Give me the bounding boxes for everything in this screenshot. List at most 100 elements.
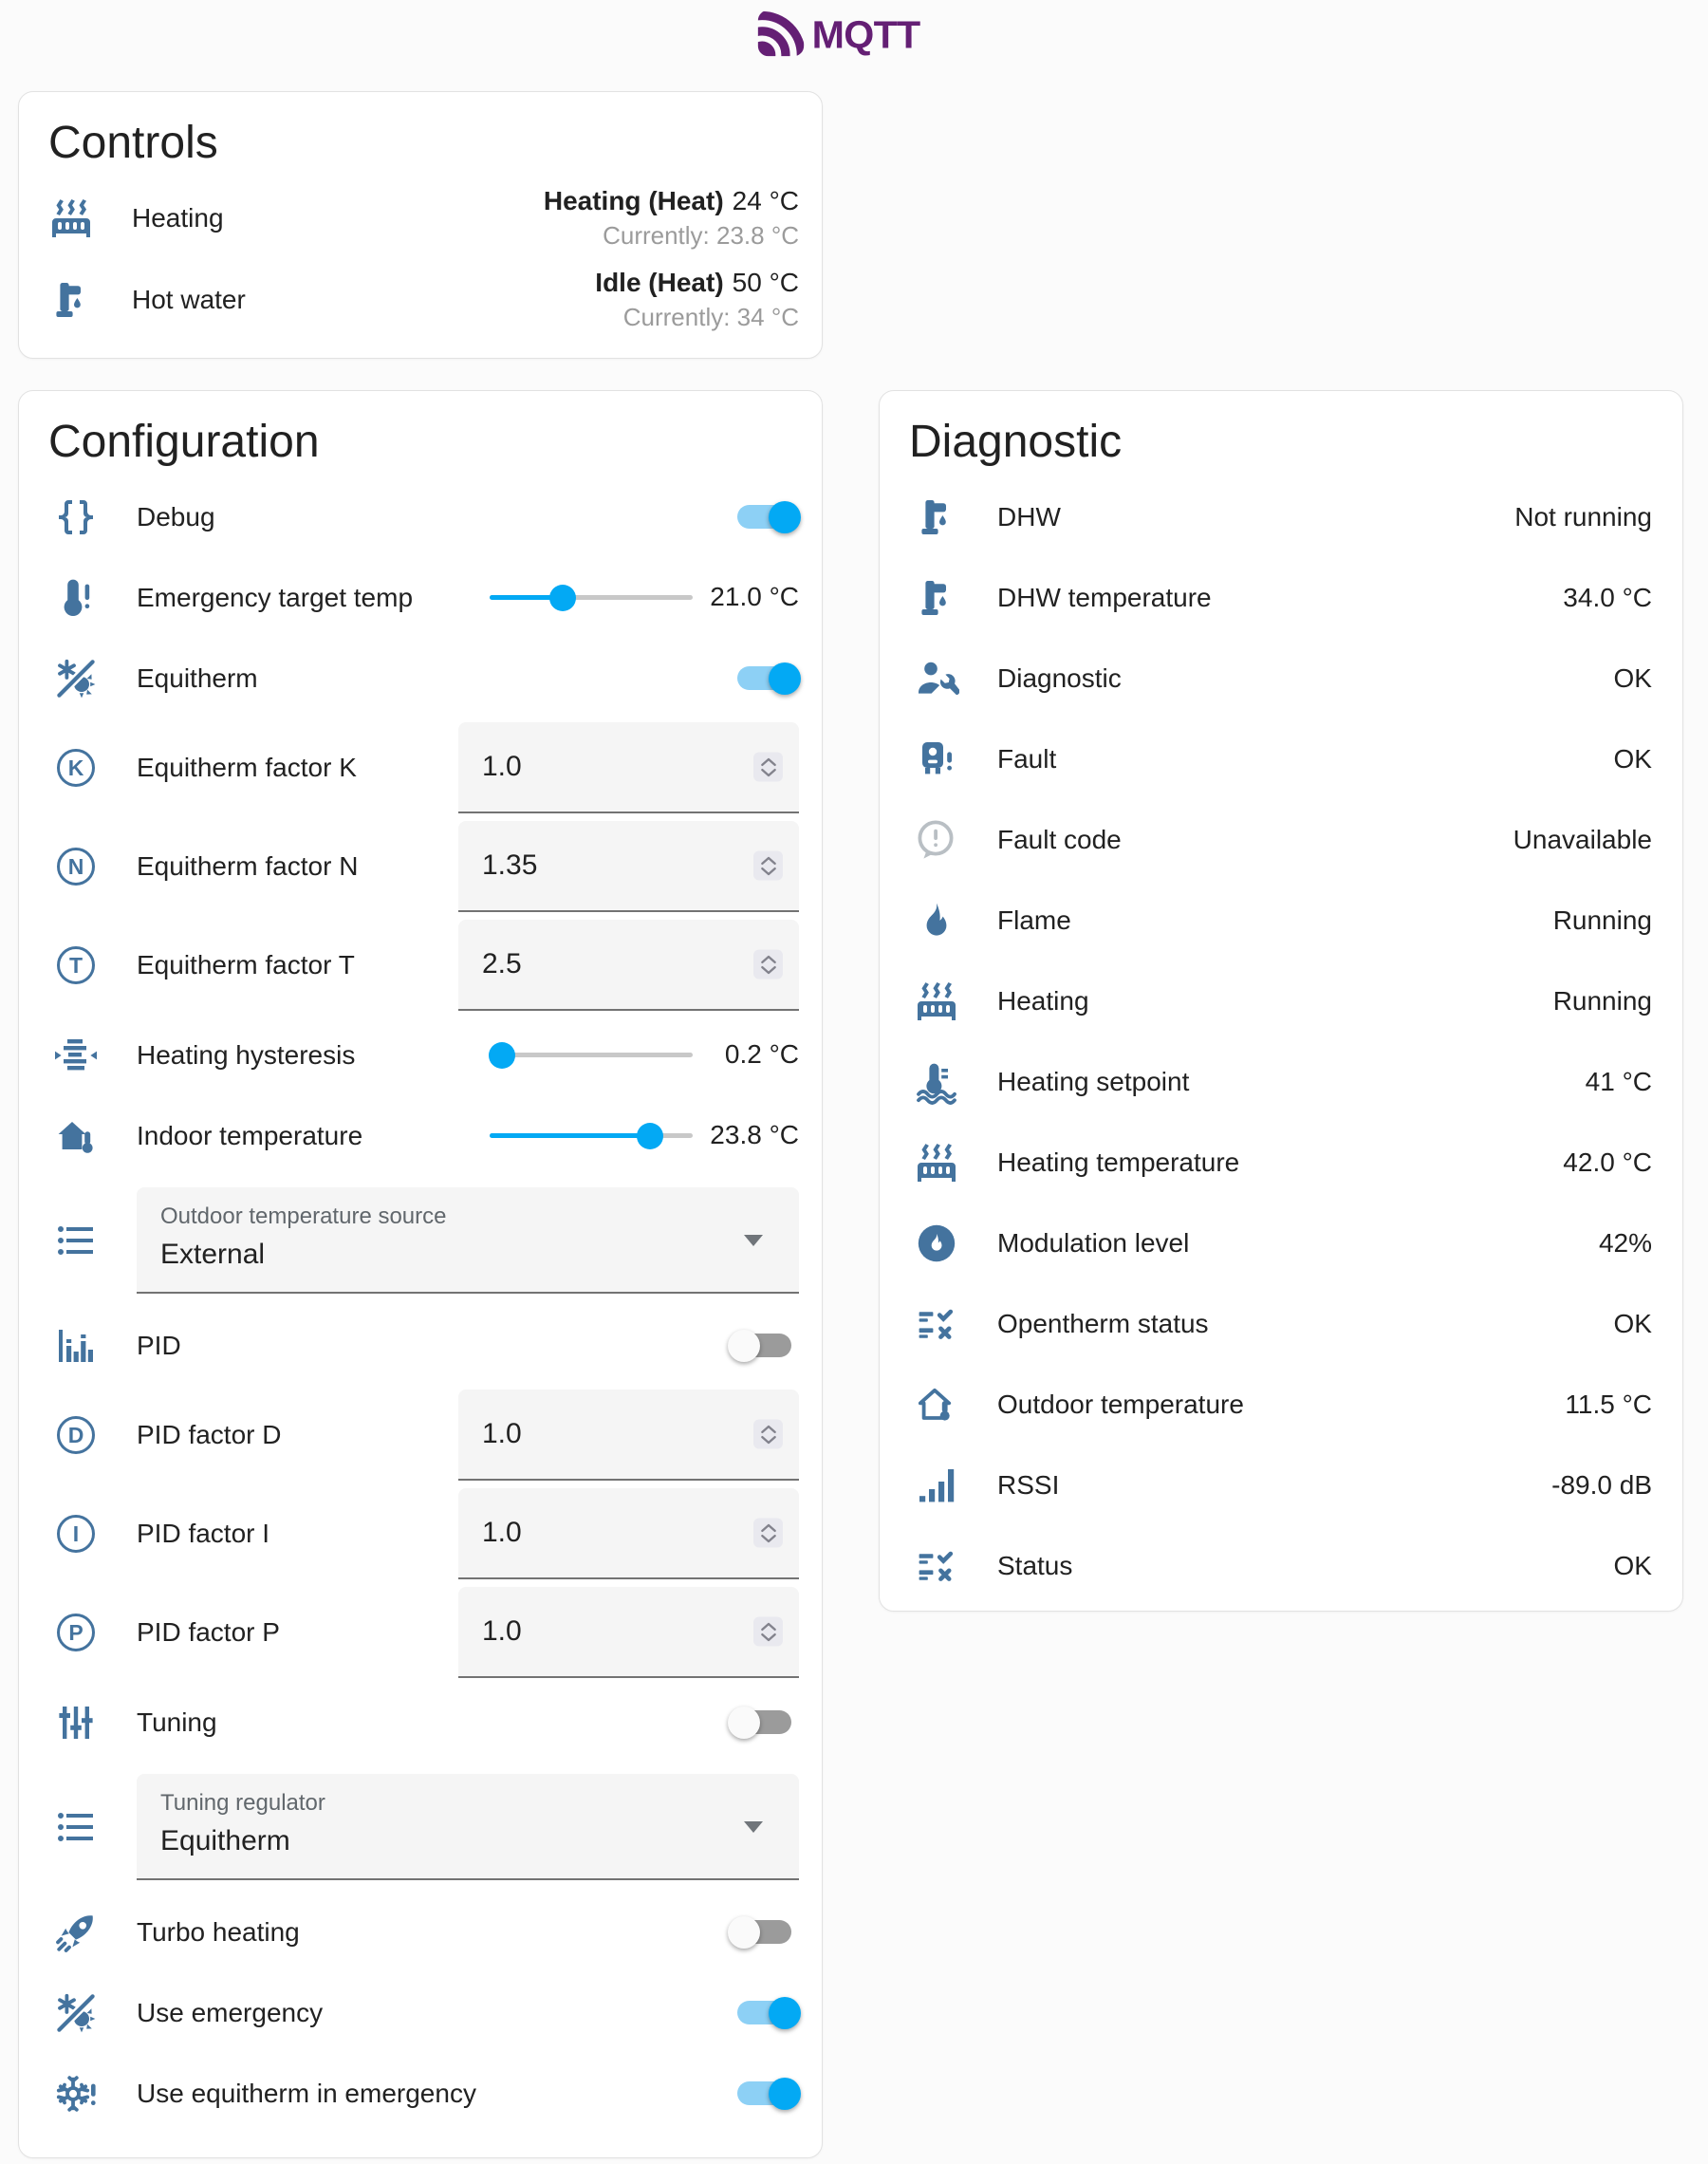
step-up-icon[interactable] bbox=[759, 854, 778, 866]
slider-knob[interactable] bbox=[489, 1042, 515, 1069]
row-label: Heating bbox=[997, 986, 1089, 1017]
alpha-t-circle-icon: T bbox=[53, 942, 99, 988]
diagnostic-card: Diagnostic DHWNot runningDHW temperature… bbox=[879, 390, 1683, 1612]
diagnostic-value: Not running bbox=[1514, 502, 1652, 532]
number-value: 1.0 bbox=[458, 1615, 522, 1648]
toggle-turbo-heating[interactable] bbox=[737, 1920, 791, 1944]
stepper-pid-factor-d[interactable] bbox=[753, 1420, 783, 1449]
stepper-pid-factor-p[interactable] bbox=[753, 1617, 783, 1647]
step-up-icon[interactable] bbox=[759, 1423, 778, 1434]
number-input-equitherm-factor-n[interactable]: 1.35 bbox=[458, 821, 799, 912]
step-down-icon[interactable] bbox=[759, 1533, 778, 1544]
climate-state-heating[interactable]: Heating (Heat)24 °CCurrently: 23.8 °C bbox=[544, 186, 799, 251]
step-down-icon[interactable] bbox=[759, 1434, 778, 1446]
number-input-pid-factor-i[interactable]: 1.0 bbox=[458, 1488, 799, 1579]
number-input-pid-factor-d[interactable]: 1.0 bbox=[458, 1390, 799, 1481]
alpha-d-circle-icon: D bbox=[53, 1412, 99, 1458]
number-input-pid-factor-p[interactable]: 1.0 bbox=[458, 1587, 799, 1678]
step-down-icon[interactable] bbox=[759, 1632, 778, 1643]
toggle-thumb[interactable] bbox=[728, 1330, 760, 1362]
config-row-pid-factor-d: DPID factor D1.0 bbox=[19, 1386, 822, 1484]
toggle-thumb[interactable] bbox=[728, 1916, 760, 1949]
toggle-thumb[interactable] bbox=[769, 1997, 801, 2029]
step-down-icon[interactable] bbox=[759, 964, 778, 976]
row-label: Status bbox=[997, 1551, 1072, 1581]
slider-emergency-target-temp[interactable] bbox=[490, 585, 693, 611]
toggle-equitherm[interactable] bbox=[737, 666, 791, 690]
slider-value: 21.0 °C bbox=[706, 580, 799, 614]
dropdown-arrow-icon bbox=[744, 1235, 763, 1246]
row-label: Fault bbox=[997, 744, 1056, 774]
toggle-thumb[interactable] bbox=[769, 662, 801, 695]
config-row-pid-factor-i: IPID factor I1.0 bbox=[19, 1484, 822, 1583]
list-status-icon bbox=[914, 1301, 959, 1347]
diagnostic-row-fault-code: Fault codeUnavailable bbox=[880, 799, 1682, 880]
stepper-equitherm-factor-t[interactable] bbox=[753, 950, 783, 979]
slider-knob[interactable] bbox=[549, 585, 576, 611]
config-row-turbo-heating: Turbo heating bbox=[19, 1892, 822, 1972]
water-pump-icon bbox=[48, 277, 94, 323]
row-label: DHW temperature bbox=[997, 583, 1212, 613]
slider-track[interactable] bbox=[490, 1053, 693, 1057]
row-label: Fault code bbox=[997, 825, 1122, 855]
diagnostic-value: 41 °C bbox=[1586, 1067, 1652, 1097]
stepper-pid-factor-i[interactable] bbox=[753, 1519, 783, 1548]
account-wrench-icon bbox=[914, 656, 959, 701]
diagnostic-row-dhw-temperature: DHW temperature34.0 °C bbox=[880, 557, 1682, 638]
stepper-equitherm-factor-k[interactable] bbox=[753, 753, 783, 782]
row-label: Opentherm status bbox=[997, 1309, 1209, 1339]
slider-indoor-temperature[interactable] bbox=[490, 1123, 693, 1149]
toggle-use-emergency[interactable] bbox=[737, 2001, 791, 2024]
row-label: Equitherm factor T bbox=[137, 950, 355, 980]
number-input-equitherm-factor-k[interactable]: 1.0 bbox=[458, 722, 799, 813]
row-label: Indoor temperature bbox=[137, 1121, 362, 1151]
config-row-equitherm-factor-k: KEquitherm factor K1.0 bbox=[19, 718, 822, 817]
mqtt-logo: MQTT bbox=[755, 8, 952, 59]
row-label: DHW bbox=[997, 502, 1061, 532]
alpha-i-circle-icon: I bbox=[53, 1511, 99, 1557]
config-row-use-emergency: Use emergency bbox=[19, 1972, 822, 2053]
step-up-icon[interactable] bbox=[759, 756, 778, 767]
fire-circle-icon bbox=[914, 1221, 959, 1266]
alpha-p-circle-icon: P bbox=[53, 1610, 99, 1655]
home-thermometer-outline-icon bbox=[914, 1382, 959, 1427]
step-up-icon[interactable] bbox=[759, 1521, 778, 1533]
control-row-heating: HeatingHeating (Heat)24 °CCurrently: 23.… bbox=[19, 177, 822, 259]
radiator-icon bbox=[48, 196, 94, 241]
toggle-thumb[interactable] bbox=[769, 2078, 801, 2110]
config-row-tuning-regulator: Tuning regulatorEquitherm bbox=[19, 1763, 822, 1892]
diagnostic-value: OK bbox=[1614, 663, 1652, 694]
toggle-tuning[interactable] bbox=[737, 1710, 791, 1734]
diagnostic-row-heating-temperature: Heating temperature42.0 °C bbox=[880, 1122, 1682, 1203]
stepper-equitherm-factor-n[interactable] bbox=[753, 851, 783, 881]
rocket-icon bbox=[53, 1910, 99, 1955]
alpha-k-circle-icon: K bbox=[53, 745, 99, 791]
step-up-icon[interactable] bbox=[759, 1620, 778, 1632]
controls-card-title: Controls bbox=[19, 92, 822, 177]
diagnostic-row-modulation-level: Modulation level42% bbox=[880, 1203, 1682, 1283]
slider-heating-hysteresis[interactable] bbox=[490, 1042, 693, 1069]
toggle-thumb[interactable] bbox=[769, 501, 801, 533]
diagnostic-row-heating: HeatingRunning bbox=[880, 961, 1682, 1041]
toggle-debug[interactable] bbox=[737, 505, 791, 529]
number-input-equitherm-factor-t[interactable]: 2.5 bbox=[458, 920, 799, 1011]
row-label: Turbo heating bbox=[137, 1917, 300, 1948]
climate-state-hot-water[interactable]: Idle (Heat)50 °CCurrently: 34 °C bbox=[595, 268, 799, 332]
slider-knob[interactable] bbox=[637, 1123, 663, 1149]
toggle-use-equitherm-in-emergency[interactable] bbox=[737, 2081, 791, 2105]
row-label: Heating setpoint bbox=[997, 1067, 1189, 1097]
toggle-pid[interactable] bbox=[737, 1334, 791, 1357]
water-pump-icon bbox=[914, 575, 959, 621]
step-down-icon[interactable] bbox=[759, 767, 778, 778]
step-up-icon[interactable] bbox=[759, 953, 778, 964]
row-label: Hot water bbox=[132, 285, 246, 315]
step-down-icon[interactable] bbox=[759, 866, 778, 877]
select-tuning-regulator[interactable]: Tuning regulatorEquitherm bbox=[137, 1774, 799, 1880]
toggle-thumb[interactable] bbox=[728, 1707, 760, 1739]
row-label: Debug bbox=[137, 502, 215, 532]
sun-snowflake-icon bbox=[53, 1990, 99, 2036]
config-row-pid-factor-p: PPID factor P1.0 bbox=[19, 1583, 822, 1682]
row-label: Use emergency bbox=[137, 1998, 323, 2028]
state-current-temp: Currently: 23.8 °C bbox=[544, 221, 799, 251]
select-outdoor-temperature-source[interactable]: Outdoor temperature sourceExternal bbox=[137, 1187, 799, 1294]
